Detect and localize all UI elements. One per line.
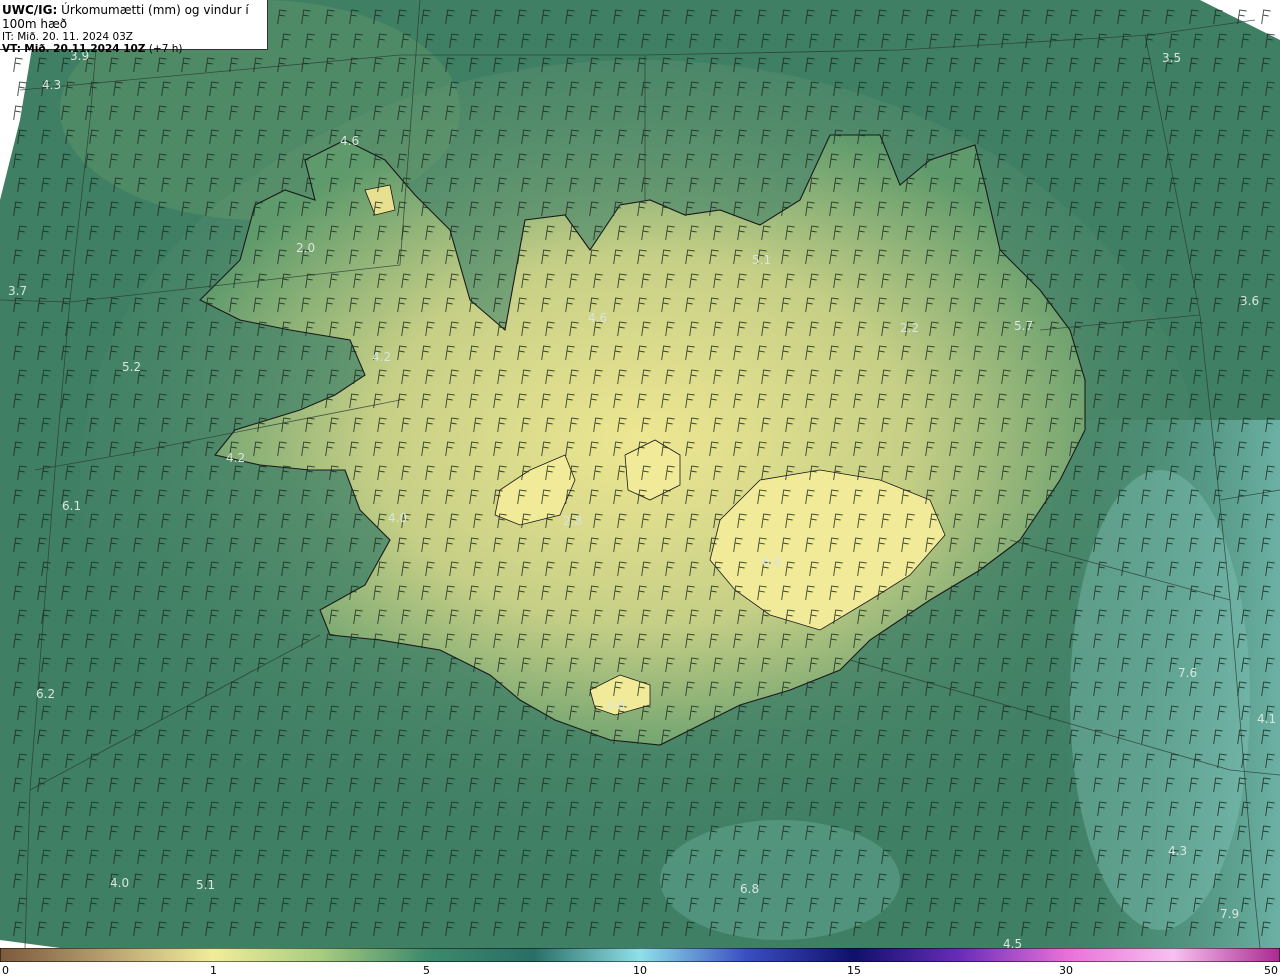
map-value: 6.8 — [740, 882, 759, 896]
colorbar-labels: 0 1 5 10 15 30 50 — [0, 962, 1280, 978]
map-value: 4.2 — [372, 350, 391, 364]
map-value: 4.6 — [588, 311, 607, 325]
map-value: 5.7 — [1014, 319, 1033, 333]
valid-label: VT: — [2, 43, 21, 55]
map-value: 4.3 — [1168, 844, 1187, 858]
colorbar-tick: 50 — [1264, 964, 1278, 977]
lead-time: (+7 h) — [148, 43, 183, 55]
map-value: 4.2 — [226, 451, 245, 465]
valid-time: Mið. 20.11.2024 10Z — [24, 43, 146, 55]
map-value: 5.1 — [196, 878, 215, 892]
map-value: 4.5 — [1003, 937, 1022, 948]
colorbar — [0, 948, 1280, 962]
map-info-box: UWC/IG: Úrkomumætti (mm) og vindur í 100… — [0, 0, 268, 55]
map-value: 2.2 — [900, 321, 919, 335]
map-value: 7.9 — [1220, 907, 1239, 921]
map-value: 7.6 — [1178, 666, 1197, 680]
colorbar-tick: 15 — [847, 964, 861, 977]
colorbar-tick: 0 — [2, 964, 9, 977]
map-value: 6.1 — [62, 499, 81, 513]
colorbar-tick: 10 — [633, 964, 647, 977]
precipitable-water-map: 3.9 4.3 4.6 3.5 2.0 3.7 5.1 3.6 4.6 5.7 … — [0, 0, 1280, 948]
map-value: 4.3 — [42, 78, 61, 92]
map-value: 6.8 — [762, 555, 781, 569]
colorbar-tick: 30 — [1059, 964, 1073, 977]
map-value: 2.0 — [296, 241, 315, 255]
model-label: UWC/IG: — [2, 3, 58, 17]
colorbar-tick: 1 — [210, 964, 217, 977]
map-value: 3.7 — [8, 284, 27, 298]
map-value: 4.6 — [340, 134, 359, 148]
map-value: 3.5 — [1162, 51, 1181, 65]
map-value: 5.2 — [122, 360, 141, 374]
map-value: 2.8 — [563, 514, 582, 528]
map-value: 6.2 — [36, 687, 55, 701]
map-value: 2.0 — [606, 699, 625, 713]
map-value: 4.0 — [110, 876, 129, 890]
issue-time: IT: Mið. 20. 11. 2024 03Z — [2, 31, 133, 43]
map-value: 4.0 — [388, 511, 407, 525]
map-value: 4.1 — [1257, 712, 1276, 726]
map-value: 5.1 — [752, 253, 771, 267]
colorbar-tick: 5 — [423, 964, 430, 977]
map-value: 3.6 — [1240, 294, 1259, 308]
